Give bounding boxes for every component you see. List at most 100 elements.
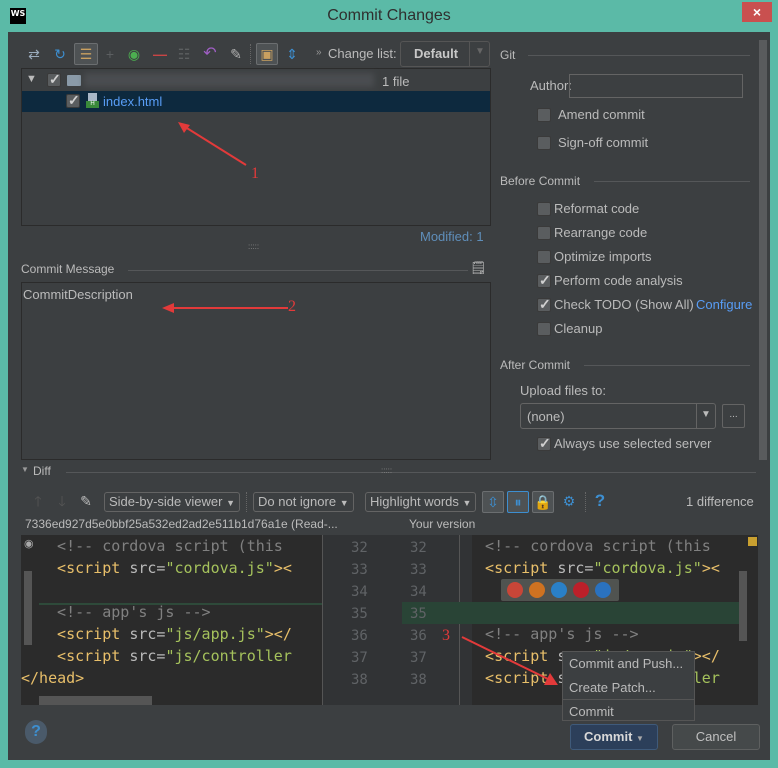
configure-todo-link[interactable]: Configure [696,297,752,312]
move-to-changelist-icon[interactable]: ◉ [124,44,144,64]
splitter-handle[interactable]: ::::: [248,242,259,251]
close-button[interactable]: × [742,2,772,22]
annotation-1: 1 [251,165,259,182]
dropdown-divider [469,42,470,66]
window-title: Commit Changes [327,7,451,24]
amend-commit-checkbox[interactable] [537,108,551,122]
always-use-server-checkbox[interactable] [537,435,551,452]
commit-button[interactable]: Commit ▼ [570,724,658,750]
lock-icon[interactable]: 🔒 [532,491,554,513]
before-commit-checkbox[interactable] [537,322,551,336]
remove-icon[interactable]: — [150,44,170,64]
select-items-icon[interactable]: ☷ [174,44,194,64]
horizontal-scrollbar[interactable] [39,696,152,705]
help-icon[interactable]: ? [590,491,610,511]
toolbar-separator [585,492,586,512]
root-checkbox[interactable] [47,71,61,88]
settings-gear-icon[interactable]: ⚙ [559,491,579,511]
rollback-icon[interactable]: ↶ [200,44,220,64]
code-line: <script src="cordova.js">< [39,559,322,577]
menu-item-commit-and-push[interactable]: Commit and Push... [563,652,694,676]
before-commit-checkbox[interactable] [537,202,551,216]
next-diff-icon[interactable]: 🡓 [52,491,72,511]
edit-source-icon[interactable]: ✎ [76,491,96,511]
difference-count: 1 difference [686,494,754,509]
group-by-directory-icon[interactable]: ▣ [256,43,278,65]
upload-server-value: (none) [527,409,565,424]
code-line: <script src="js/controller [39,647,322,665]
signoff-commit-checkbox[interactable] [537,136,551,150]
splitter-handle[interactable]: ::::: [381,466,392,475]
separator [528,55,750,56]
separator [66,472,756,473]
code-token: src= [129,647,166,665]
before-commit-checkbox[interactable] [537,226,551,240]
before-commit-checkbox[interactable] [537,272,551,289]
more-chevron-icon[interactable]: » [316,47,322,58]
viewer-mode-dropdown[interactable]: Side-by-side viewer ▼ [104,492,240,512]
changelist-dropdown[interactable]: Default ▼ [400,41,490,67]
code-token: <script [39,559,130,577]
diff-collapse-triangle-icon[interactable]: ▼ [21,465,29,474]
upload-server-dropdown[interactable]: (none) ▼ [520,403,716,429]
browse-servers-button[interactable]: ... [722,404,745,428]
show-diff-icon[interactable]: ⇄ [24,44,44,64]
left-scrollbar[interactable] [24,571,32,645]
right-insertion-highlight [402,602,742,624]
file-row[interactable]: H index.html [22,91,490,112]
safari-icon[interactable] [551,582,567,598]
menu-item-create-patch[interactable]: Create Patch... [563,676,694,700]
highlight-mode-value: Highlight words [370,494,459,509]
expand-all-icon[interactable]: ⇕ [282,44,302,64]
group-by-icon[interactable]: ☰ [74,43,98,65]
gutter-divider [322,535,323,705]
code-token: src= [557,559,594,577]
inspection-status-icon[interactable] [748,537,757,546]
previous-diff-icon[interactable]: 🡑 [28,491,48,511]
right-diff-title: Your version [409,517,476,531]
browser-popup [501,579,619,601]
options-scrollbar[interactable] [759,40,767,460]
ie-icon[interactable] [595,582,611,598]
collapse-unchanged-icon[interactable]: ⇳ [482,491,504,513]
opera-icon[interactable] [573,582,589,598]
code-token: <!-- cordova script (this [467,537,711,555]
code-line: <script src="cordova.js">< [467,559,720,577]
file-checkbox[interactable] [66,92,80,109]
cancel-button[interactable]: Cancel [672,724,760,750]
eye-icon[interactable]: ◉ [24,537,34,550]
line-number: 38 [351,672,368,688]
ignore-mode-dropdown[interactable]: Do not ignore ▼ [253,492,354,512]
code-token: src= [129,559,166,577]
always-use-server-label: Always use selected server [554,436,712,451]
add-icon[interactable]: + [100,44,120,64]
annotation-arrow-1 [178,122,247,166]
code-token: >< [701,559,720,577]
right-scrollbar[interactable] [739,571,747,641]
chevron-down-icon: ▼ [475,46,485,57]
commit-message-text: CommitDescription [23,287,133,302]
refresh-icon[interactable]: ↻ [50,44,70,64]
author-input[interactable] [569,74,743,98]
code-token: <script [39,647,130,665]
after-commit-label: After Commit [500,358,571,372]
highlight-mode-dropdown[interactable]: Highlight words ▼ [365,492,477,512]
commit-message-history-icon[interactable]: 🗒 [470,260,487,276]
line-number: 38 [410,672,427,688]
help-button[interactable]: ? [25,720,47,744]
before-commit-checkbox[interactable] [537,250,551,264]
edit-source-icon[interactable]: ✎ [226,44,246,64]
sync-scroll-icon[interactable]: ⏸ [507,491,529,513]
before-commit-checkbox[interactable] [537,296,551,313]
before-commit-option-label: Rearrange code [554,225,648,240]
chrome-icon[interactable] [507,582,523,598]
expand-triangle-icon[interactable]: ▼ [26,73,37,85]
menu-item-commit[interactable]: Commit [563,700,694,724]
dropdown-divider [696,404,697,428]
firefox-icon[interactable] [529,582,545,598]
code-line: </head> [21,669,304,687]
blurred-path [84,73,374,87]
signoff-commit-label: Sign-off commit [558,135,649,150]
author-label: Author: [530,78,572,93]
ignore-mode-value: Do not ignore [258,494,337,509]
